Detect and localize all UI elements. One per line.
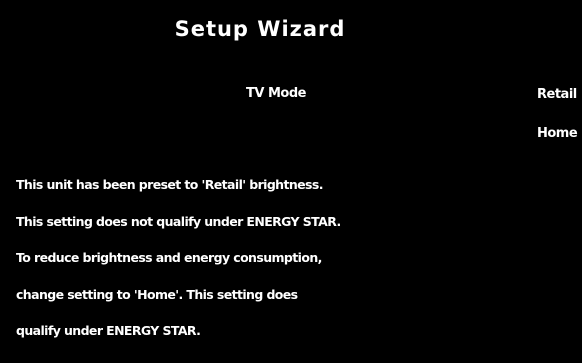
- energy-star-notice: This unit has been preset to 'Retail' br…: [16, 175, 456, 358]
- setup-wizard-screen: Setup Wizard TV Mode Retail Home This un…: [0, 0, 582, 363]
- notice-line: This setting does not qualify under ENER…: [16, 213, 341, 229]
- wizard-title: Setup Wizard: [174, 17, 346, 41]
- tv-mode-label: TV Mode: [246, 86, 306, 101]
- notice-line: change setting to 'Home'. This setting d…: [16, 286, 298, 302]
- notice-line: To reduce brightness and energy consumpt…: [16, 250, 322, 265]
- notice-line: This unit has been preset to 'Retail' br…: [16, 177, 323, 192]
- tv-mode-option-home[interactable]: Home: [537, 126, 578, 141]
- notice-line: qualify under ENERGY STAR.: [16, 323, 201, 338]
- tv-mode-option-retail[interactable]: Retail: [537, 87, 577, 102]
